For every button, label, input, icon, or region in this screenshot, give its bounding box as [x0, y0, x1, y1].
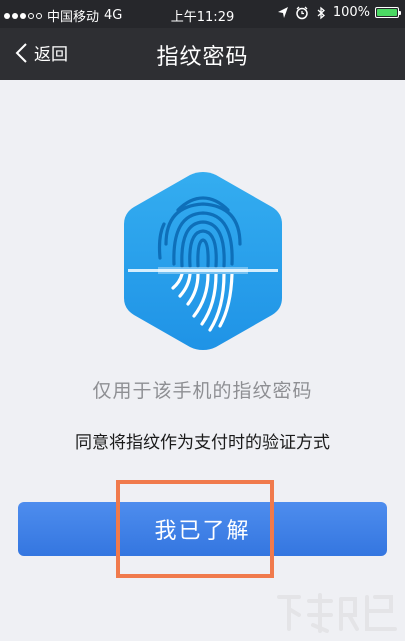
page-title: 指纹密码	[156, 45, 249, 70]
alarm-icon	[296, 6, 308, 19]
navigation-bar: 返回 指纹密码	[0, 28, 405, 80]
fingerprint-hexagon-icon	[118, 166, 288, 356]
battery-icon	[375, 7, 401, 18]
location-arrow-icon	[277, 6, 288, 18]
status-right: 100%	[276, 5, 401, 20]
battery-fill	[377, 9, 397, 16]
status-bar: 中国移动 4G 上午11:29 100%	[0, 0, 405, 28]
acknowledge-button[interactable]: 我已了解	[18, 502, 387, 556]
watermark-logo-icon	[277, 593, 397, 633]
fingerprint-hint-text: 仅用于该手机的指纹密码	[92, 380, 313, 402]
main-content: 仅用于该手机的指纹密码 同意将指纹作为支付时的验证方式 我已了解	[0, 80, 405, 641]
battery-percent: 100%	[332, 5, 370, 20]
bluetooth-icon	[317, 6, 325, 19]
agreement-text: 同意将指纹作为支付时的验证方式	[75, 433, 330, 453]
